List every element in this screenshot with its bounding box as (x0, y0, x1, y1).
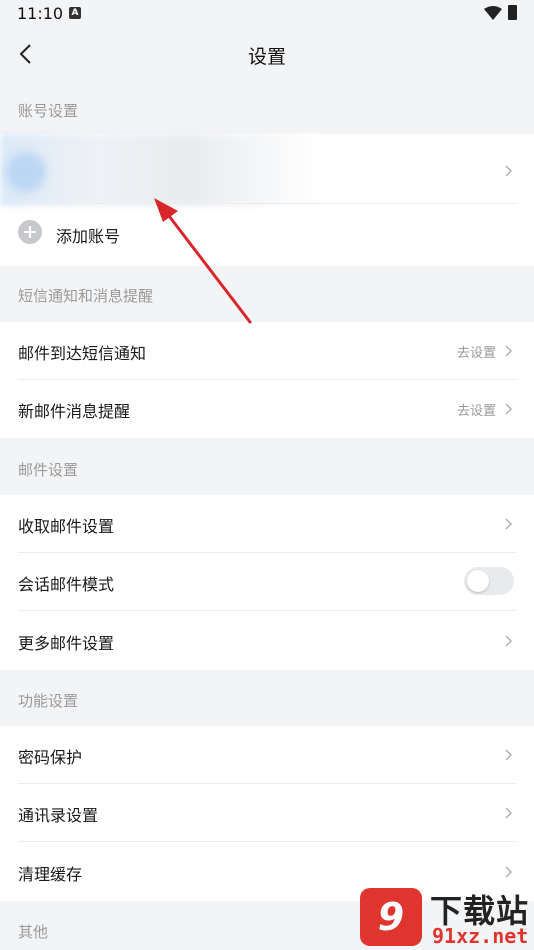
watermark-badge: 9 (360, 888, 422, 946)
watermark-url: 91xz.net (432, 924, 529, 948)
row-label: 密码保护 (18, 748, 83, 767)
chevron-right-icon (505, 807, 513, 819)
toggle-knob (467, 570, 489, 592)
account-card: 添加账号 (0, 134, 534, 266)
list-item-password-protect[interactable]: 密码保护 (0, 726, 534, 784)
row-hint: 去设置 (456, 404, 496, 419)
add-account-label: 添加账号 (56, 227, 121, 246)
status-bar: 11:10 A (0, 0, 534, 28)
section-label-mail: 邮件设置 (18, 461, 79, 479)
account-row[interactable] (0, 134, 534, 206)
row-label: 邮件到达短信通知 (18, 344, 147, 363)
function-card: 密码保护 通讯录设置 清理缓存 (0, 726, 534, 901)
section-label-sms: 短信通知和消息提醒 (18, 287, 154, 305)
row-label: 会话邮件模式 (18, 575, 115, 594)
wifi-icon (484, 6, 502, 20)
row-label: 通讯录设置 (18, 806, 99, 825)
chevron-right-icon (505, 345, 513, 357)
list-item-receive-mail[interactable]: 收取邮件设置 (0, 495, 534, 553)
section-label-other: 其他 (18, 923, 49, 941)
page-title: 设置 (247, 46, 286, 68)
avatar (6, 152, 46, 192)
chevron-right-icon (505, 866, 513, 878)
divider (18, 203, 516, 204)
status-time: 11:10 (17, 4, 64, 23)
header: 设置 (0, 28, 534, 80)
sms-card: 邮件到达短信通知 去设置 新邮件消息提醒 去设置 (0, 322, 534, 438)
row-label: 更多邮件设置 (18, 634, 115, 653)
chevron-right-icon (505, 749, 513, 761)
list-item-sms-notify[interactable]: 邮件到达短信通知 去设置 (0, 322, 534, 380)
divider (18, 610, 516, 611)
add-circle-icon (18, 220, 42, 244)
mail-card: 收取邮件设置 会话邮件模式 更多邮件设置 (0, 495, 534, 670)
list-item-conversation-mode: 会话邮件模式 (0, 553, 534, 611)
row-label: 清理缓存 (18, 865, 83, 884)
row-hint: 去设置 (456, 346, 496, 361)
row-label: 收取邮件设置 (18, 517, 115, 536)
section-label-function: 功能设置 (18, 692, 79, 710)
chevron-right-icon (505, 635, 513, 647)
chevron-right-icon (505, 403, 513, 415)
conversation-mode-toggle[interactable] (464, 567, 514, 595)
row-label: 新邮件消息提醒 (18, 402, 131, 421)
chevron-right-icon (505, 518, 513, 530)
notification-icon: A (69, 7, 81, 19)
watermark-logo: 9 下载站 91xz.net (360, 880, 534, 950)
battery-icon (508, 5, 517, 20)
section-label-account: 账号设置 (18, 102, 79, 120)
chevron-right-icon (505, 165, 513, 177)
account-info-blurred (0, 134, 320, 206)
list-item-new-mail-reminder[interactable]: 新邮件消息提醒 去设置 (0, 380, 534, 438)
list-item-contacts-settings[interactable]: 通讯录设置 (0, 784, 534, 842)
divider (18, 841, 516, 842)
list-item-more-mail-settings[interactable]: 更多邮件设置 (0, 612, 534, 670)
